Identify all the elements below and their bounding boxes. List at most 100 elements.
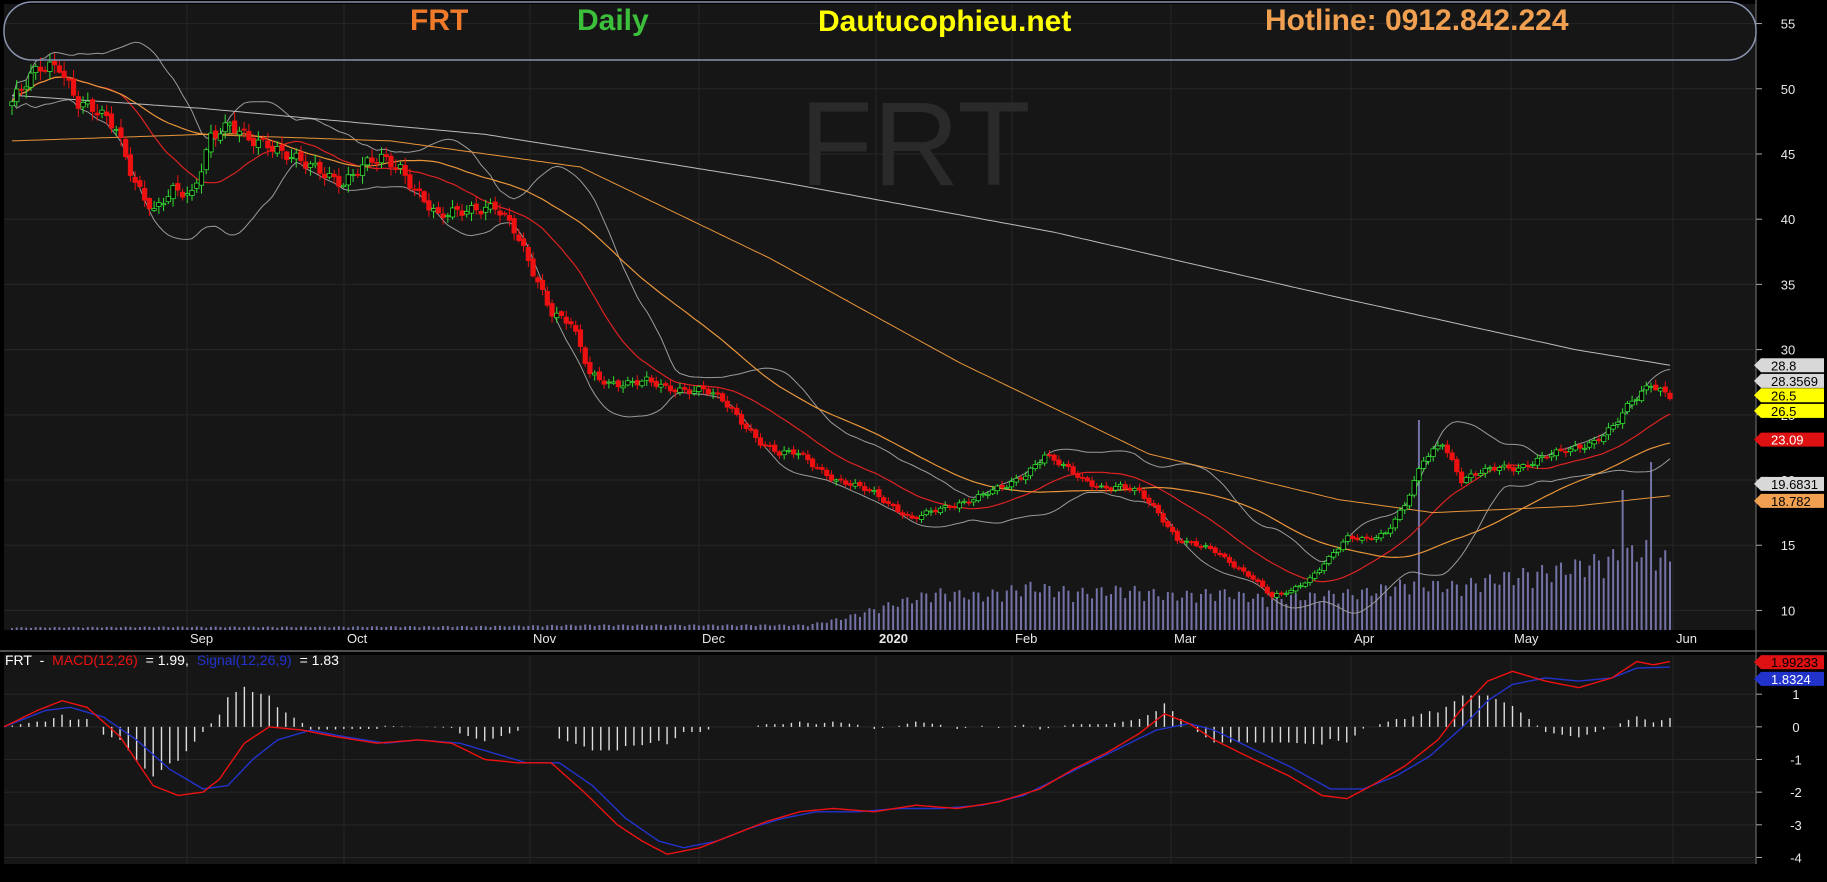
volume-bar	[299, 626, 302, 630]
volume-bar	[323, 626, 326, 630]
candle-up	[1340, 541, 1346, 551]
volume-bar	[1204, 589, 1207, 630]
volume-bar	[1616, 560, 1619, 630]
candle-down	[1449, 452, 1455, 461]
candle-up	[1657, 387, 1664, 392]
volume-bar	[110, 626, 113, 630]
volume-bar	[1432, 580, 1435, 630]
candle-down	[1122, 484, 1128, 489]
volume-bar	[1455, 584, 1458, 630]
volume-bar	[1588, 565, 1591, 630]
volume-bar	[1138, 591, 1141, 630]
volume-bar	[1024, 584, 1027, 630]
volume-bar	[96, 627, 99, 630]
candle-up	[483, 206, 489, 213]
candle-up	[1288, 589, 1294, 594]
volume-bar	[963, 597, 966, 630]
volume-bar	[427, 626, 430, 630]
volume-bar	[1484, 577, 1487, 630]
candle-down	[999, 485, 1005, 488]
candle-down	[895, 504, 901, 513]
candle-up	[1605, 427, 1612, 436]
candle-down	[805, 454, 811, 461]
volume-bar	[688, 624, 691, 630]
candle-up	[928, 510, 934, 513]
volume-bar	[1498, 584, 1501, 630]
volume-bar	[1304, 600, 1307, 630]
candle-up	[1548, 454, 1555, 458]
volume-bar	[991, 589, 994, 630]
macd-legend: FRT - MACD(12,26) = 1.99, Signal(12,26,9…	[5, 652, 339, 668]
price-tags: 28.828.356926.526.523.0919.683118.782	[1754, 358, 1824, 509]
volume-bar	[844, 618, 847, 630]
volume-bar	[1669, 561, 1671, 630]
volume-bar	[655, 624, 658, 630]
volume-bar	[712, 624, 715, 630]
candle-up	[1601, 435, 1607, 443]
volume-bar	[1195, 602, 1198, 630]
candle-up	[1425, 456, 1432, 462]
candle-down	[1653, 384, 1659, 391]
candle-up	[359, 164, 366, 176]
volume-bar	[1541, 564, 1544, 630]
candle-up	[1477, 473, 1484, 476]
candle-down	[544, 290, 550, 306]
candle-up	[592, 372, 598, 376]
volume-bar	[442, 626, 445, 630]
volume-bar	[612, 626, 615, 630]
volume-bar	[1318, 602, 1321, 630]
candle-up	[449, 207, 456, 218]
volume-bar	[915, 599, 918, 630]
candle-up	[852, 482, 858, 487]
volume-bar	[1010, 585, 1013, 630]
price-tick-label: 55	[1781, 17, 1795, 32]
candle-up	[1008, 481, 1015, 488]
candle-up	[345, 174, 351, 186]
volume-bar	[371, 626, 374, 630]
candle-up	[1520, 464, 1526, 468]
volume-bar	[498, 625, 501, 630]
candle-down	[1255, 579, 1261, 582]
candle-down	[1492, 466, 1498, 471]
candle-up	[184, 193, 190, 196]
candle-down	[70, 78, 77, 96]
volume-bar	[603, 624, 606, 630]
candle-up	[1416, 468, 1422, 482]
volume-bar	[986, 596, 989, 630]
candle-up	[99, 109, 105, 114]
volume-bar	[901, 598, 904, 630]
volume-bar	[674, 624, 677, 630]
volume-bar	[1531, 588, 1534, 630]
month-label: Nov	[533, 631, 557, 646]
volume-bar	[882, 605, 885, 630]
volume-bar	[1119, 587, 1122, 630]
candle-down	[762, 444, 768, 447]
candle-up	[364, 157, 370, 166]
candle-down	[402, 164, 408, 176]
volume-bar	[1545, 573, 1548, 630]
candle-down	[412, 188, 418, 191]
volume-bar	[1271, 598, 1274, 630]
candle-down	[568, 321, 574, 325]
volume-bar	[911, 603, 914, 630]
candle-down	[947, 506, 953, 508]
candle-up	[1274, 593, 1280, 598]
candle-up	[33, 66, 39, 74]
volume-bar	[1095, 588, 1098, 630]
volume-bar	[214, 626, 217, 630]
candle-down	[108, 113, 115, 129]
volume-bar	[816, 622, 819, 630]
candle-down	[1094, 486, 1100, 488]
candle-down	[1065, 463, 1071, 467]
candle-up	[487, 203, 494, 210]
volume-bar	[105, 626, 108, 630]
volume-bar	[44, 627, 47, 630]
candle-down	[1198, 545, 1204, 548]
volume-bar	[1062, 585, 1065, 630]
candle-up	[1312, 572, 1318, 579]
volume-bar	[209, 626, 212, 630]
candle-up	[1397, 509, 1403, 520]
candle-up	[1539, 455, 1545, 458]
candle-down	[1444, 444, 1450, 454]
volume-bar	[1218, 590, 1221, 630]
